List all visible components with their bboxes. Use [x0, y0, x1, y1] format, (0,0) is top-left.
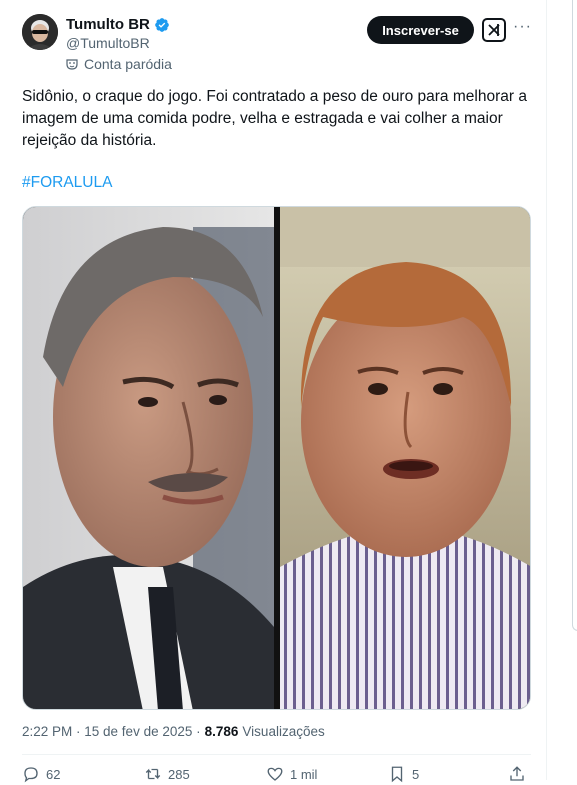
reply-count: 62 — [46, 766, 61, 782]
repost-button[interactable]: 285 — [144, 765, 190, 783]
hashtag-link[interactable]: #FORALULA — [22, 174, 112, 192]
tweet-card: Tumulto BR @TumultoBR Conta paródia Insc… — [0, 0, 547, 783]
avatar[interactable] — [22, 14, 58, 50]
post-meta: 2:22 PM · 15 de fev de 2025 · 8.786 Visu… — [22, 724, 325, 739]
repost-icon — [145, 768, 161, 780]
post-text: Sidônio, o craque do jogo. Foi contratad… — [22, 88, 527, 149]
post-time[interactable]: 2:22 PM · 15 de fev de 2025 · — [22, 724, 201, 739]
avatar-image — [22, 14, 58, 50]
subscribe-button[interactable]: Inscrever-se — [367, 16, 474, 44]
verified-icon — [155, 17, 169, 32]
views-count: 8.786 — [204, 724, 239, 739]
grok-glyph — [488, 24, 500, 36]
like-count: 1 mil — [290, 766, 318, 782]
bookmark-icon — [391, 766, 403, 783]
share-icon — [510, 766, 524, 781]
post-image[interactable] — [22, 206, 531, 710]
author-name-row[interactable]: Tumulto BR — [66, 16, 170, 33]
share-button[interactable] — [508, 765, 526, 783]
more-icon[interactable]: ··· — [513, 18, 532, 36]
post-image-graphic — [23, 207, 530, 709]
bookmark-button[interactable]: 5 — [388, 765, 419, 783]
like-button[interactable]: 1 mil — [266, 765, 317, 783]
author-handle[interactable]: @TumultoBR — [66, 35, 150, 51]
like-icon — [267, 767, 283, 781]
parody-label: Conta paródia — [66, 56, 172, 72]
parody-text: Conta paródia — [84, 56, 172, 72]
action-bar: 62 285 1 mil 5 — [22, 765, 531, 785]
reply-button[interactable]: 62 — [22, 765, 60, 783]
reply-icon — [24, 767, 38, 783]
mask-icon — [66, 59, 78, 70]
grok-icon[interactable] — [482, 18, 506, 42]
divider — [22, 754, 531, 755]
views-label: Visualizações — [242, 724, 325, 739]
bookmark-count: 5 — [412, 766, 420, 782]
author-name[interactable]: Tumulto BR — [66, 16, 150, 33]
repost-count: 285 — [168, 766, 190, 782]
sidebar-edge — [572, 0, 577, 631]
